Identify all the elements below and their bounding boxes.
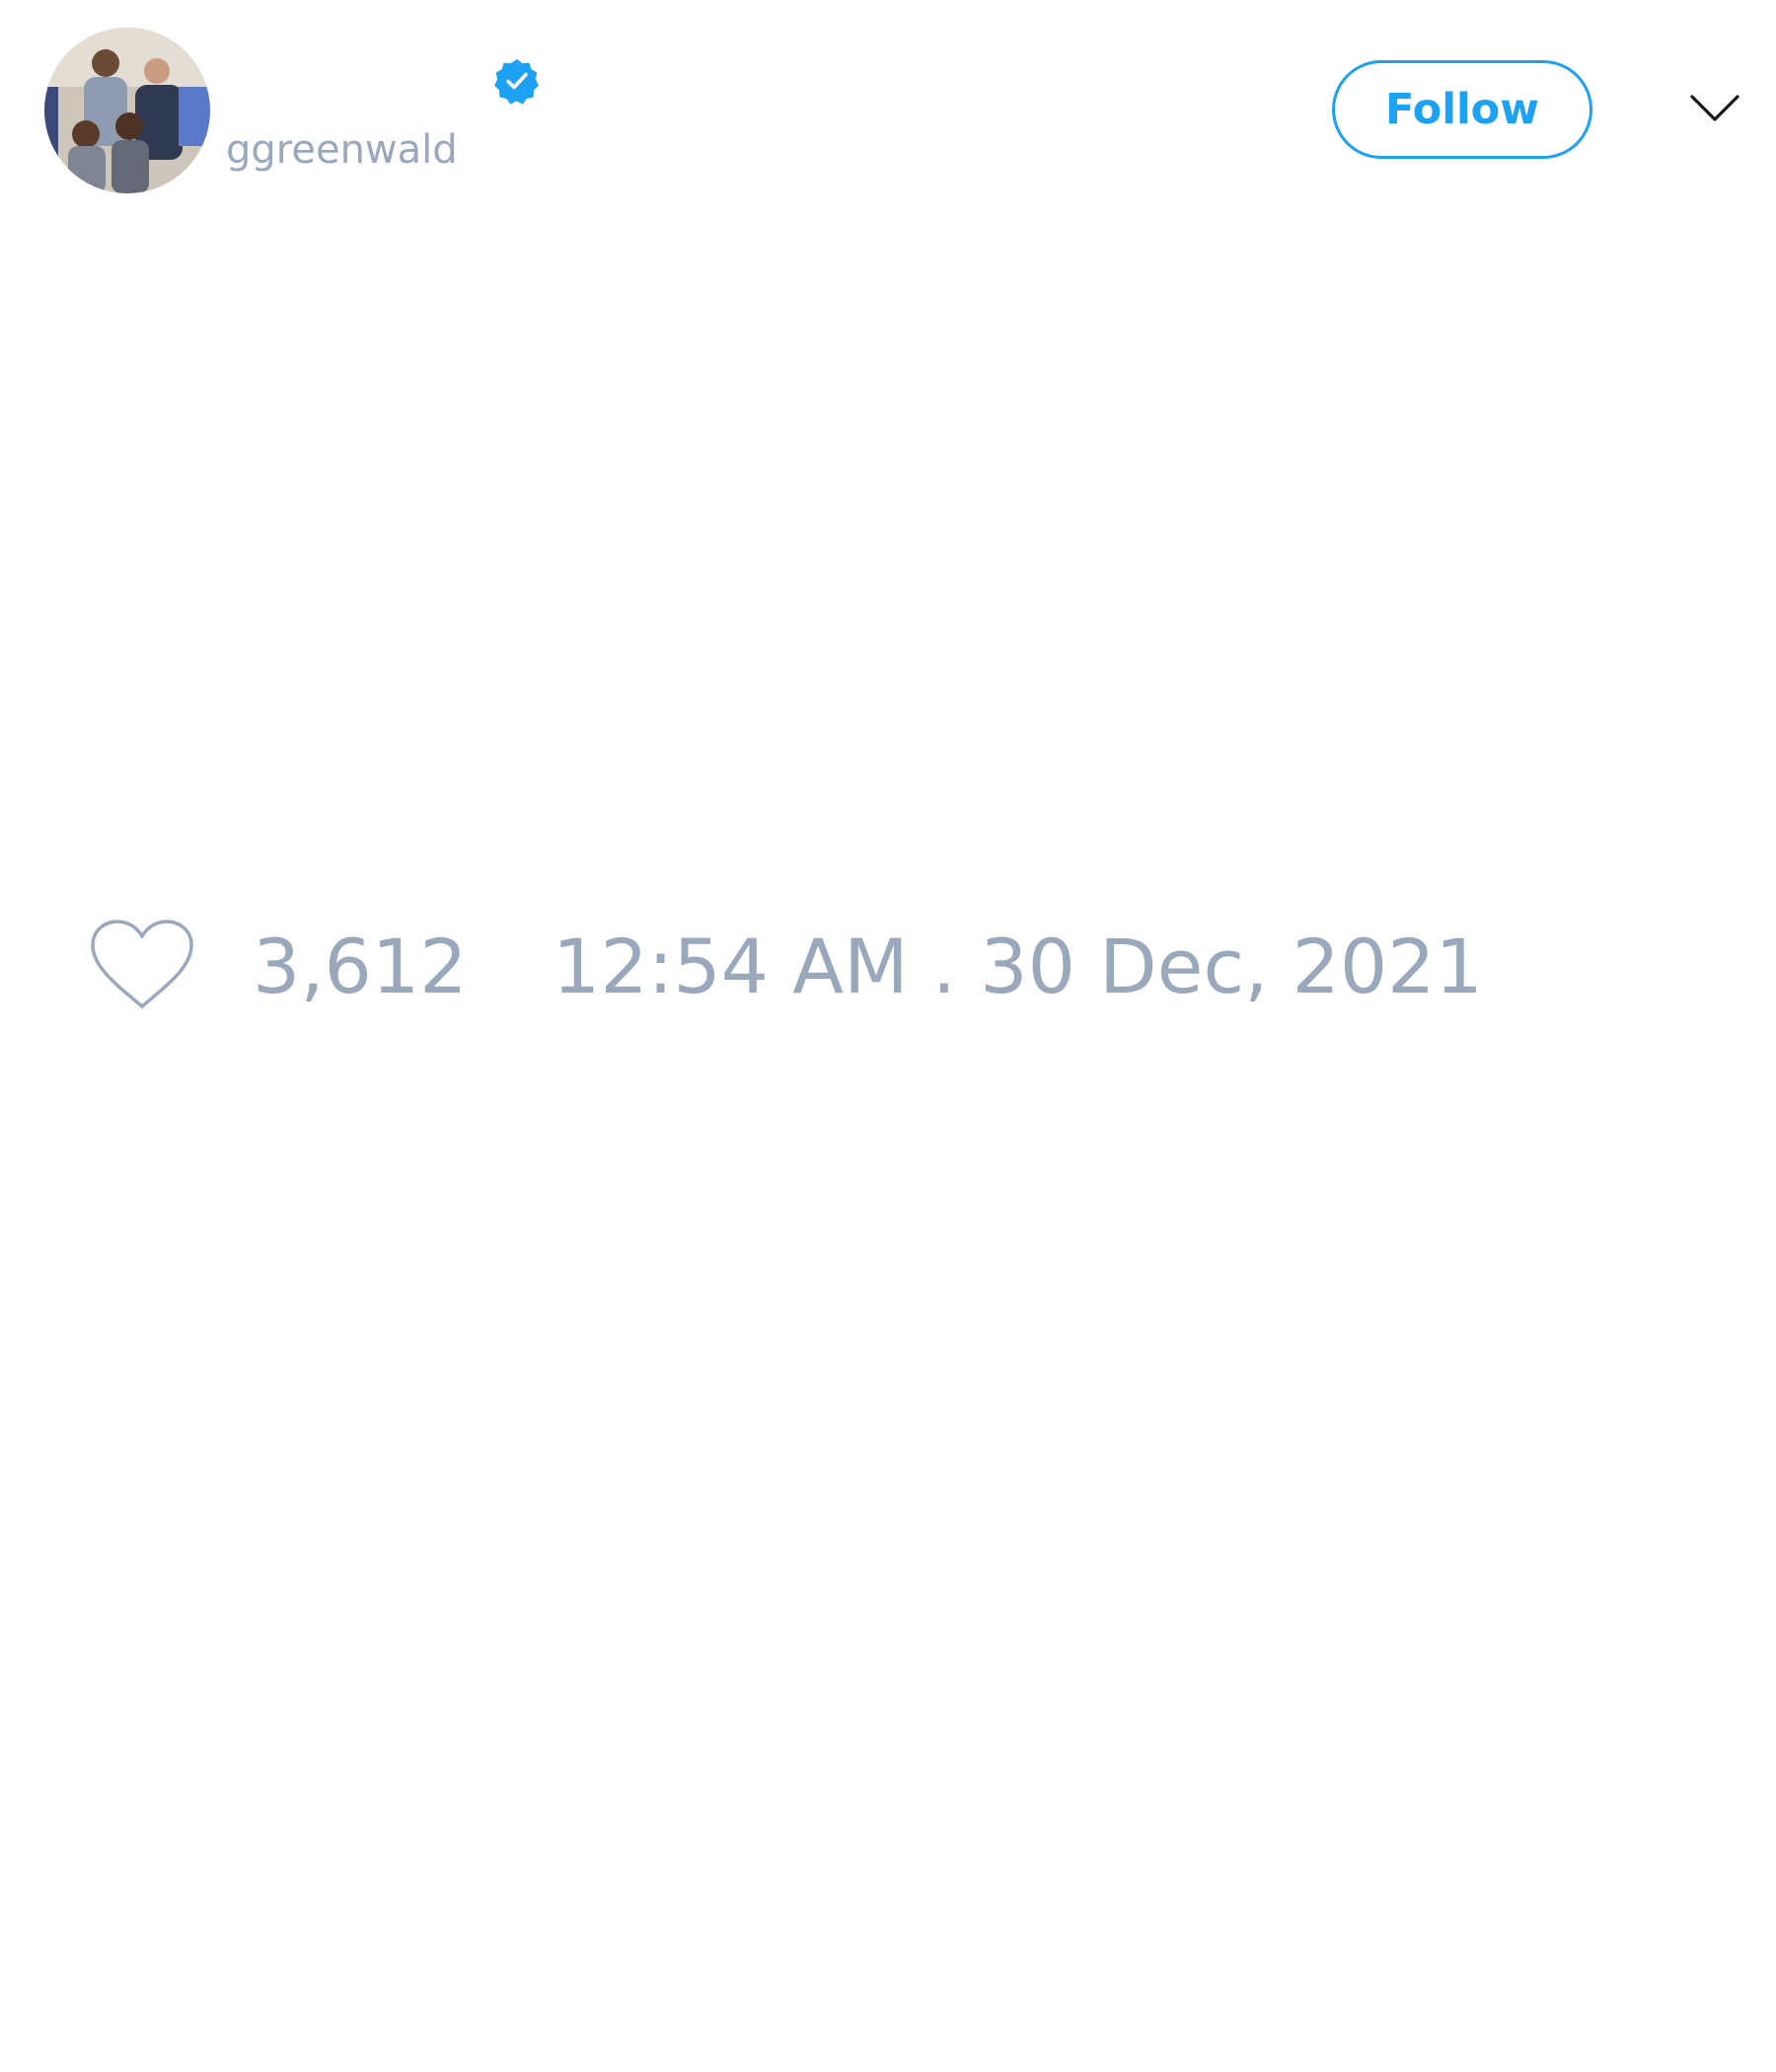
like-count: 3,612 [253,923,468,1010]
tweet-header: ggreenwald Follow [0,0,1776,207]
heart-icon[interactable] [89,918,195,1014]
avatar-photo [44,28,210,193]
tweet-timestamp[interactable]: 12:54 AM . 30 Dec, 2021 [553,925,1483,1008]
tweet-footer: 3,612 12:54 AM . 30 Dec, 2021 [0,908,1776,1026]
author-handle[interactable]: ggreenwald [226,126,458,174]
follow-button[interactable]: Follow [1332,60,1592,159]
author-display-name[interactable] [227,54,483,110]
author-avatar[interactable] [44,28,210,193]
tweet-body [0,207,1776,898]
chevron-down-icon[interactable] [1689,89,1740,128]
verified-badge-icon [493,57,541,105]
